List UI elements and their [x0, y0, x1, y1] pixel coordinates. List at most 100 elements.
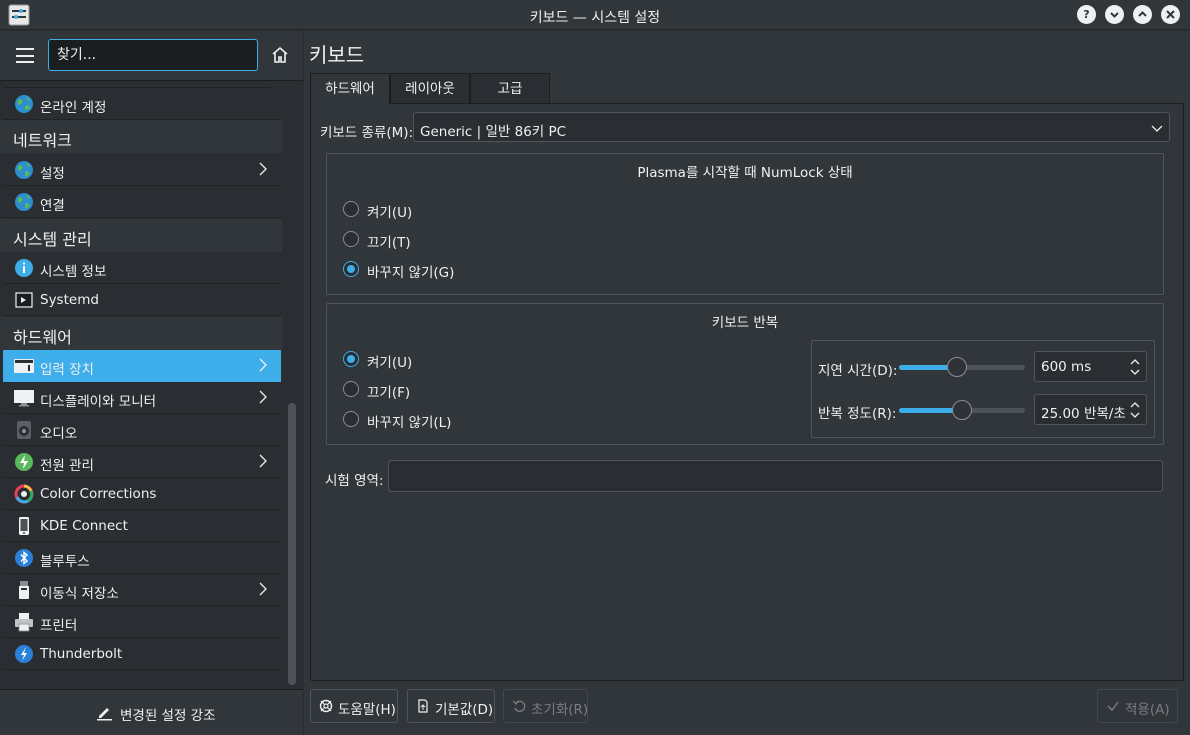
- sidebar-item-label: 디스플레이와 모니터: [40, 394, 157, 410]
- keyboard-model-label: 키보드 종류(M):: [320, 125, 414, 141]
- minimize-button[interactable]: [1105, 5, 1124, 24]
- numlock-group: Plasma를 시작할 때 NumLock 상태 켜기(U) 끄기(T) 바꾸지…: [326, 153, 1164, 295]
- radio-indicator: [343, 411, 359, 427]
- radio-indicator: [343, 231, 359, 247]
- sidebar-item-display[interactable]: 디스플레이와 모니터: [3, 382, 281, 414]
- defaults-button-label: 기본값(D): [435, 702, 494, 718]
- search-input[interactable]: [48, 39, 258, 71]
- bluetooth-icon: [15, 549, 33, 567]
- delay-slider[interactable]: [899, 357, 1025, 377]
- delay-spinbox[interactable]: 600 ms: [1034, 351, 1147, 382]
- defaults-button[interactable]: 기본값(D): [407, 689, 495, 723]
- test-area-label: 시험 영역:: [325, 473, 384, 489]
- color-wheel-icon: [14, 484, 34, 504]
- spin-arrows-icon[interactable]: [1129, 399, 1141, 421]
- rate-slider[interactable]: [899, 400, 1025, 420]
- sidebar-item-label: 전원 관리: [40, 458, 94, 474]
- chevron-right-icon: [259, 162, 267, 176]
- printer-icon: [15, 613, 33, 632]
- tab-advanced[interactable]: 고급: [470, 73, 550, 103]
- chevron-up-icon: [1138, 11, 1147, 17]
- numlock-group-title: Plasma를 시작할 때 NumLock 상태: [637, 165, 853, 181]
- repeat-settings-box: 지연 시간(D): 600 ms 반복 정도(R): 25.00 반복/초: [811, 340, 1155, 438]
- keyboard-icon: [14, 359, 34, 373]
- sidebar-item-system-info[interactable]: 시스템 정보: [3, 252, 281, 284]
- sidebar-item-bluetooth[interactable]: 블루투스: [3, 542, 281, 574]
- sidebar-item-input-devices[interactable]: 입력 장치: [3, 350, 281, 382]
- sidebar-item-label: 블루투스: [40, 554, 90, 570]
- apply-button[interactable]: 적용(A): [1097, 689, 1178, 723]
- sidebar: 온라인 계정 네트워크 설정 연결 시스템 관리 시스템 정보 Systemd …: [0, 31, 303, 735]
- keyboard-model-combobox[interactable]: Generic | 일반 86키 PC: [413, 112, 1170, 142]
- key-repeat-group-title: 키보드 반복: [711, 315, 779, 331]
- sidebar-header: [0, 31, 303, 81]
- category-label: 네트워크: [13, 131, 72, 150]
- maximize-button[interactable]: [1133, 5, 1152, 24]
- sidebar-list: 온라인 계정 네트워크 설정 연결 시스템 관리 시스템 정보 Systemd …: [0, 82, 303, 689]
- sidebar-item-color-corrections[interactable]: Color Corrections: [3, 478, 281, 510]
- home-icon[interactable]: [270, 45, 290, 65]
- sidebar-item-label: 입력 장치: [40, 362, 94, 378]
- rate-spinbox[interactable]: 25.00 반복/초: [1034, 394, 1147, 425]
- test-area-input[interactable]: [388, 460, 1163, 492]
- power-icon: [15, 453, 33, 471]
- radio-label: 켜기(U): [367, 355, 413, 371]
- info-icon: [15, 259, 33, 277]
- pen-icon: [97, 708, 112, 721]
- slider-handle[interactable]: [946, 357, 967, 377]
- checkmark-icon: [1107, 701, 1119, 712]
- globe-icon: [15, 193, 33, 211]
- help-button[interactable]: 도움말(H): [310, 689, 398, 723]
- sidebar-item-online-accounts[interactable]: 온라인 계정: [3, 88, 281, 120]
- usb-icon: [19, 581, 29, 599]
- sidebar-item-power[interactable]: 전원 관리: [3, 446, 281, 478]
- sidebar-item-audio[interactable]: 오디오: [3, 414, 281, 446]
- chevron-right-icon: [259, 390, 267, 404]
- sidebar-item-label: Systemd: [40, 292, 99, 308]
- radio-label: 끄기(T): [367, 235, 411, 251]
- keyboard-model-value: Generic | 일반 86키 PC: [420, 124, 567, 140]
- chevron-right-icon: [259, 358, 267, 372]
- chevron-down-icon: [1110, 12, 1119, 18]
- radio-indicator: [343, 261, 359, 277]
- close-icon: [1166, 10, 1175, 19]
- slider-handle[interactable]: [952, 400, 972, 420]
- tab-panel-hardware: 키보드 종류(M): Generic | 일반 86키 PC Plasma를 시…: [310, 103, 1184, 681]
- sidebar-item-network-settings[interactable]: 설정: [3, 154, 281, 186]
- delay-value: 600 ms: [1041, 359, 1092, 375]
- sidebar-item-printers[interactable]: 프린터: [3, 606, 281, 638]
- sidebar-item-kde-connect[interactable]: KDE Connect: [3, 510, 281, 542]
- sidebar-item-systemd[interactable]: Systemd: [3, 284, 281, 316]
- sidebar-item-label: 시스템 정보: [40, 264, 107, 280]
- sidebar-item-label: Thunderbolt: [40, 646, 123, 662]
- title-bar: 키보드 — 시스템 설정 ?: [0, 0, 1190, 30]
- help-icon: [319, 699, 333, 713]
- sidebar-item-label: 연결: [40, 198, 65, 214]
- key-repeat-group: 키보드 반복 켜기(U) 끄기(F) 바꾸지 않기(L) 지연 시간(D): 6…: [326, 303, 1164, 445]
- close-button[interactable]: [1161, 5, 1180, 24]
- radio-label: 끄기(F): [367, 385, 411, 401]
- sidebar-item-label: 이동식 저장소: [40, 586, 119, 602]
- reset-button[interactable]: 초기화(R): [503, 689, 588, 723]
- sidebar-item-thunderbolt[interactable]: Thunderbolt: [3, 638, 281, 670]
- chevron-down-icon: [1151, 125, 1163, 132]
- spin-arrows-icon[interactable]: [1129, 356, 1141, 378]
- radio-indicator: [343, 381, 359, 397]
- radio-indicator: [343, 351, 359, 367]
- globe-icon: [15, 95, 33, 113]
- category-label: 하드웨어: [13, 328, 72, 347]
- sidebar-item-label: 설정: [40, 166, 65, 182]
- sidebar-item-label: 오디오: [40, 426, 78, 442]
- sidebar-item-connections[interactable]: 연결: [3, 186, 281, 218]
- radio-label: 바꾸지 않기(L): [367, 415, 452, 431]
- radio-indicator: [343, 201, 359, 217]
- help-window-button[interactable]: ?: [1077, 5, 1096, 24]
- undo-icon: [512, 700, 526, 712]
- delay-label: 지연 시간(D):: [818, 363, 898, 379]
- hamburger-menu-icon[interactable]: [16, 48, 34, 63]
- sidebar-scrollbar[interactable]: [288, 403, 296, 685]
- tab-layout[interactable]: 레이아웃: [390, 73, 470, 103]
- sidebar-item-removable-storage[interactable]: 이동식 저장소: [3, 574, 281, 606]
- page-title: 키보드: [309, 43, 365, 67]
- tab-hardware[interactable]: 하드웨어: [310, 73, 390, 104]
